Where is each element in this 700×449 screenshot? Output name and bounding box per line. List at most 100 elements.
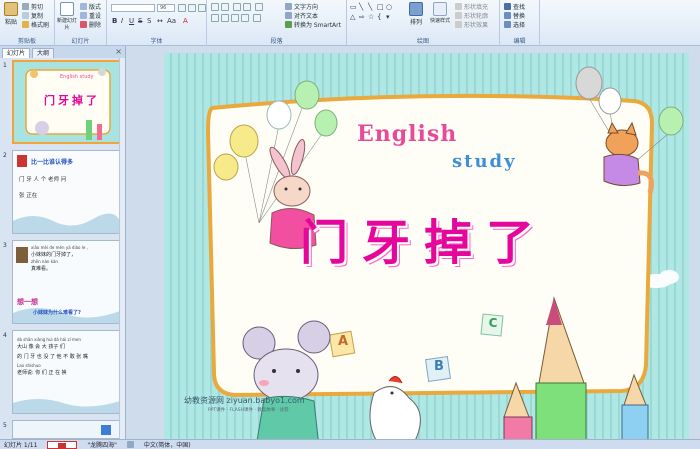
line-shape-icon[interactable]: ╲ [359, 3, 363, 11]
clipboard-group-label: 剪贴板 [17, 38, 36, 45]
quick-styles-icon [433, 2, 447, 16]
rect-shape-icon[interactable]: □ [377, 3, 384, 11]
binoculars-icon [504, 2, 511, 10]
clipboard-group: 粘贴 剪切 复制 格式刷 剪贴板 [0, 0, 55, 46]
grow-font-icon[interactable] [178, 4, 186, 12]
char-spacing-icon[interactable]: ↔ [157, 17, 163, 25]
thumb1-title: 门牙掉了 [44, 94, 100, 107]
slide-counter: 幻灯片 1/11 [4, 442, 38, 449]
study-word[interactable]: study [452, 151, 517, 172]
select-button[interactable]: 选择 [504, 20, 525, 29]
slide-thumb-5-art [13, 421, 120, 438]
thumb3-title: 想一想 [17, 298, 38, 306]
slide-canvas[interactable]: English study 门牙掉了 A B C 幼教资源网 ziyuan.ba… [164, 53, 689, 447]
font-color-icon[interactable]: A [183, 17, 188, 25]
slide-thumb-1[interactable]: English study 门牙掉了 [12, 60, 121, 144]
find-button[interactable]: 查找 [504, 2, 525, 11]
slide-thumbnail-panel: 幻灯片 大纲 × 1 English study 门牙掉了 2 比一比谁认得多 … [0, 46, 126, 439]
line-spacing-icon[interactable] [255, 3, 263, 11]
fill-bucket-icon [455, 2, 462, 10]
new-slide-button[interactable]: 新建幻灯片 [57, 2, 77, 31]
paste-icon [4, 2, 18, 16]
slide-title[interactable]: 门牙掉了 [259, 203, 589, 273]
textbox-shape-icon[interactable]: ▭ [350, 3, 357, 11]
slide-number-5: 5 [3, 422, 7, 429]
slide-thumb-2[interactable]: 比一比谁认得多 门 牙 人 个 老师 问 张 正在 [12, 150, 121, 234]
slide-thumb-3[interactable]: xiǎo mèi de mén yá diào le , 小妹妹的门牙掉了， z… [12, 240, 121, 324]
copy-button[interactable]: 复制 [22, 11, 43, 20]
align-right-icon[interactable] [231, 14, 239, 22]
shrink-font-icon[interactable] [188, 4, 196, 12]
drawing-group-label: 绘图 [416, 38, 429, 45]
layout-icon [80, 2, 87, 10]
delete-slide-button[interactable]: 删除 [80, 20, 101, 29]
line-shape-icon-2[interactable]: ╲ [368, 3, 372, 11]
arrow-shape-icon[interactable]: ⇨ [359, 13, 365, 21]
strikethrough-icon[interactable]: S [138, 17, 142, 25]
star-shape-icon[interactable]: ☆ [368, 13, 374, 21]
align-text-button[interactable]: 对齐文本 [285, 11, 318, 20]
tab-outline[interactable]: 大纲 [32, 48, 55, 58]
numbering-icon[interactable] [221, 3, 229, 11]
italic-icon[interactable]: I [121, 17, 123, 25]
shape-fill-button[interactable]: 形状填充 [455, 2, 488, 11]
shape-effects-button[interactable]: 形状效果 [455, 20, 488, 29]
brace-shape-icon[interactable]: { [377, 13, 381, 21]
increase-indent-icon[interactable] [243, 3, 251, 11]
cursor-icon [504, 20, 511, 28]
panel-scrollbar[interactable] [119, 58, 125, 439]
thumb2-line2: 张 正在 [19, 193, 38, 199]
justify-icon[interactable] [241, 14, 249, 22]
oval-shape-icon[interactable]: ○ [386, 3, 392, 11]
new-slide-icon [60, 2, 74, 16]
spellcheck-icon[interactable] [126, 441, 134, 448]
cut-button[interactable]: 剪切 [22, 2, 43, 11]
bold-icon[interactable]: B [112, 17, 117, 25]
decrease-indent-icon[interactable] [233, 3, 241, 11]
slide-thumb-4[interactable]: dà shān xiàng huì dà hái zi men 大山 像 会 大… [12, 330, 121, 414]
smartart-button[interactable]: 转换为 SmartArt [285, 20, 341, 29]
slides-group-label: 幻灯片 [71, 38, 90, 45]
language-indicator[interactable]: 中文(简体，中国) [144, 440, 191, 449]
slide-number-2: 2 [3, 152, 7, 159]
triangle-shape-icon[interactable]: △ [350, 13, 355, 21]
close-panel-icon[interactable]: × [115, 47, 122, 56]
clear-format-icon[interactable] [198, 4, 206, 12]
layout-button[interactable]: 版式 [80, 2, 101, 11]
thumb1-english: English study [60, 74, 94, 80]
tab-slides[interactable]: 幻灯片 [2, 48, 31, 58]
font-name-select[interactable] [111, 4, 155, 12]
editing-group: 查找 替换 选择 编辑 [500, 0, 540, 46]
align-center-icon[interactable] [221, 14, 229, 22]
change-case-icon[interactable]: Aa [167, 17, 176, 25]
align-left-icon[interactable] [211, 14, 219, 22]
font-size-select[interactable]: 96 [157, 4, 175, 12]
paragraph-group: 文字方向 对齐文本 转换为 SmartArt 段落 [207, 0, 347, 46]
thumb4-pinyin1: dà shān xiàng huì dà hái zi men [17, 337, 81, 342]
align-text-icon [285, 11, 292, 19]
thumb3-line1: 小妹妹的门牙掉了， [31, 252, 77, 258]
paste-button[interactable]: 粘贴 [2, 2, 20, 26]
reset-button[interactable]: 重设 [80, 11, 101, 20]
block-letter-c: C [488, 316, 498, 330]
arrange-button[interactable]: 排列 [407, 2, 425, 26]
english-word[interactable]: English [357, 121, 457, 147]
replace-button[interactable]: 替换 [504, 11, 525, 20]
slide-thumb-5[interactable] [12, 420, 121, 439]
bullets-icon[interactable] [211, 3, 219, 11]
more-shapes-icon[interactable]: ▾ [386, 13, 390, 21]
underline-icon[interactable]: U [129, 17, 134, 25]
text-direction-button[interactable]: 文字方向 [285, 2, 318, 11]
slide-number-1: 1 [3, 62, 7, 69]
thumb3-pinyin1: xiǎo mèi de mén yá diào le , [31, 245, 88, 250]
editing-group-label: 编辑 [513, 38, 526, 45]
thumb2-line1: 门 牙 人 个 老师 问 [19, 177, 67, 183]
thumb2-title: 比一比谁认得多 [31, 159, 74, 166]
shape-outline-button[interactable]: 形状轮廓 [455, 11, 488, 20]
slide-number-3: 3 [3, 242, 7, 249]
quick-styles-button[interactable]: 快速样式 [429, 2, 451, 24]
columns-icon[interactable] [253, 14, 261, 22]
shadow-icon[interactable]: S [147, 17, 151, 25]
format-painter-button[interactable]: 格式刷 [22, 20, 49, 29]
effects-icon [455, 20, 462, 28]
